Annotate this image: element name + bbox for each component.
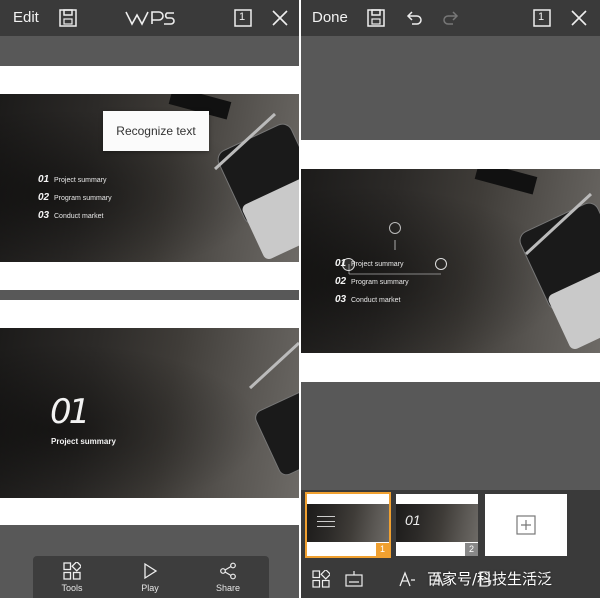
play-label: Play	[141, 583, 159, 593]
right-topbar: Done 1	[301, 0, 600, 36]
thumbnail-1-number: 1	[376, 543, 389, 556]
agenda-item: 02 Program summary	[38, 192, 112, 203]
agenda-item: 02 Program summary	[335, 276, 409, 287]
thumbnail-2[interactable]: 01 2	[396, 494, 478, 556]
tools-button[interactable]: Tools	[47, 562, 97, 593]
page-count-label: 1	[239, 11, 246, 23]
slide-2[interactable]	[0, 300, 299, 525]
desk-objects-image	[248, 341, 299, 476]
save-icon[interactable]	[366, 8, 386, 28]
plus-icon	[516, 515, 536, 535]
slide-1[interactable]: 01 Project summary 02 Program summary 03 Co…	[0, 66, 299, 290]
bottom-toolbar: Tools Play Share	[33, 556, 269, 598]
page-count-label: 1	[538, 11, 545, 23]
editing-slide-agenda[interactable]: 01 Project summary 02 Program summary 03 Co…	[335, 258, 409, 312]
layout-icon[interactable]	[312, 570, 330, 588]
agenda-item: 03 Conduct market	[335, 294, 401, 305]
font-size-decrease-icon[interactable]	[398, 570, 416, 588]
right-panel: Done 1 01 Project summary 02 Program sum…	[301, 0, 600, 598]
left-panel: Edit 1 01 Project summary 02 Program sum…	[0, 0, 299, 598]
thumbnail-1[interactable]: 1	[305, 492, 391, 558]
share-icon	[220, 562, 236, 580]
editing-slide[interactable]: 01 Project summary 02 Program summary 03 Co…	[301, 140, 600, 382]
keyboard-icon[interactable]	[345, 570, 363, 588]
wps-logo	[124, 8, 176, 28]
done-button[interactable]: Done	[312, 9, 348, 26]
agenda-item: 01 Project summary	[38, 174, 107, 185]
edit-button[interactable]: Edit	[13, 9, 39, 26]
share-label: Share	[215, 583, 241, 593]
recognize-text-button[interactable]: Recognize text	[103, 111, 209, 151]
close-icon[interactable]	[270, 8, 290, 28]
slide-1-agenda: 01 Project summary 02 Program summary 03 Co…	[38, 174, 112, 228]
selection-handle-right[interactable]	[435, 258, 447, 270]
tools-label: Tools	[61, 583, 83, 593]
slide-2-title: Project summary	[51, 437, 116, 446]
slide-2-background	[0, 328, 299, 498]
add-slide-button[interactable]	[485, 494, 567, 556]
close-icon[interactable]	[569, 8, 589, 28]
tools-icon	[63, 562, 81, 580]
save-icon[interactable]	[58, 8, 78, 28]
agenda-item: 03 Conduct market	[38, 210, 104, 221]
share-button[interactable]: Share	[203, 562, 253, 593]
thumbnail-2-number: 2	[465, 543, 478, 556]
undo-icon[interactable]	[404, 8, 424, 28]
agenda-item: 01 Project summary	[335, 258, 404, 269]
slide-thumbnail-strip: 1 01 2	[301, 490, 600, 560]
rotate-handle-icon[interactable]	[389, 222, 401, 234]
redo-icon[interactable]	[441, 8, 461, 28]
left-topbar: Edit 1	[0, 0, 299, 36]
slide-2-number: 01	[50, 392, 90, 432]
play-icon	[144, 562, 158, 580]
play-button[interactable]: Play	[125, 562, 175, 593]
thumbnail-1-image	[307, 504, 389, 542]
watermark: 百家号/科技生活泛	[427, 570, 553, 588]
